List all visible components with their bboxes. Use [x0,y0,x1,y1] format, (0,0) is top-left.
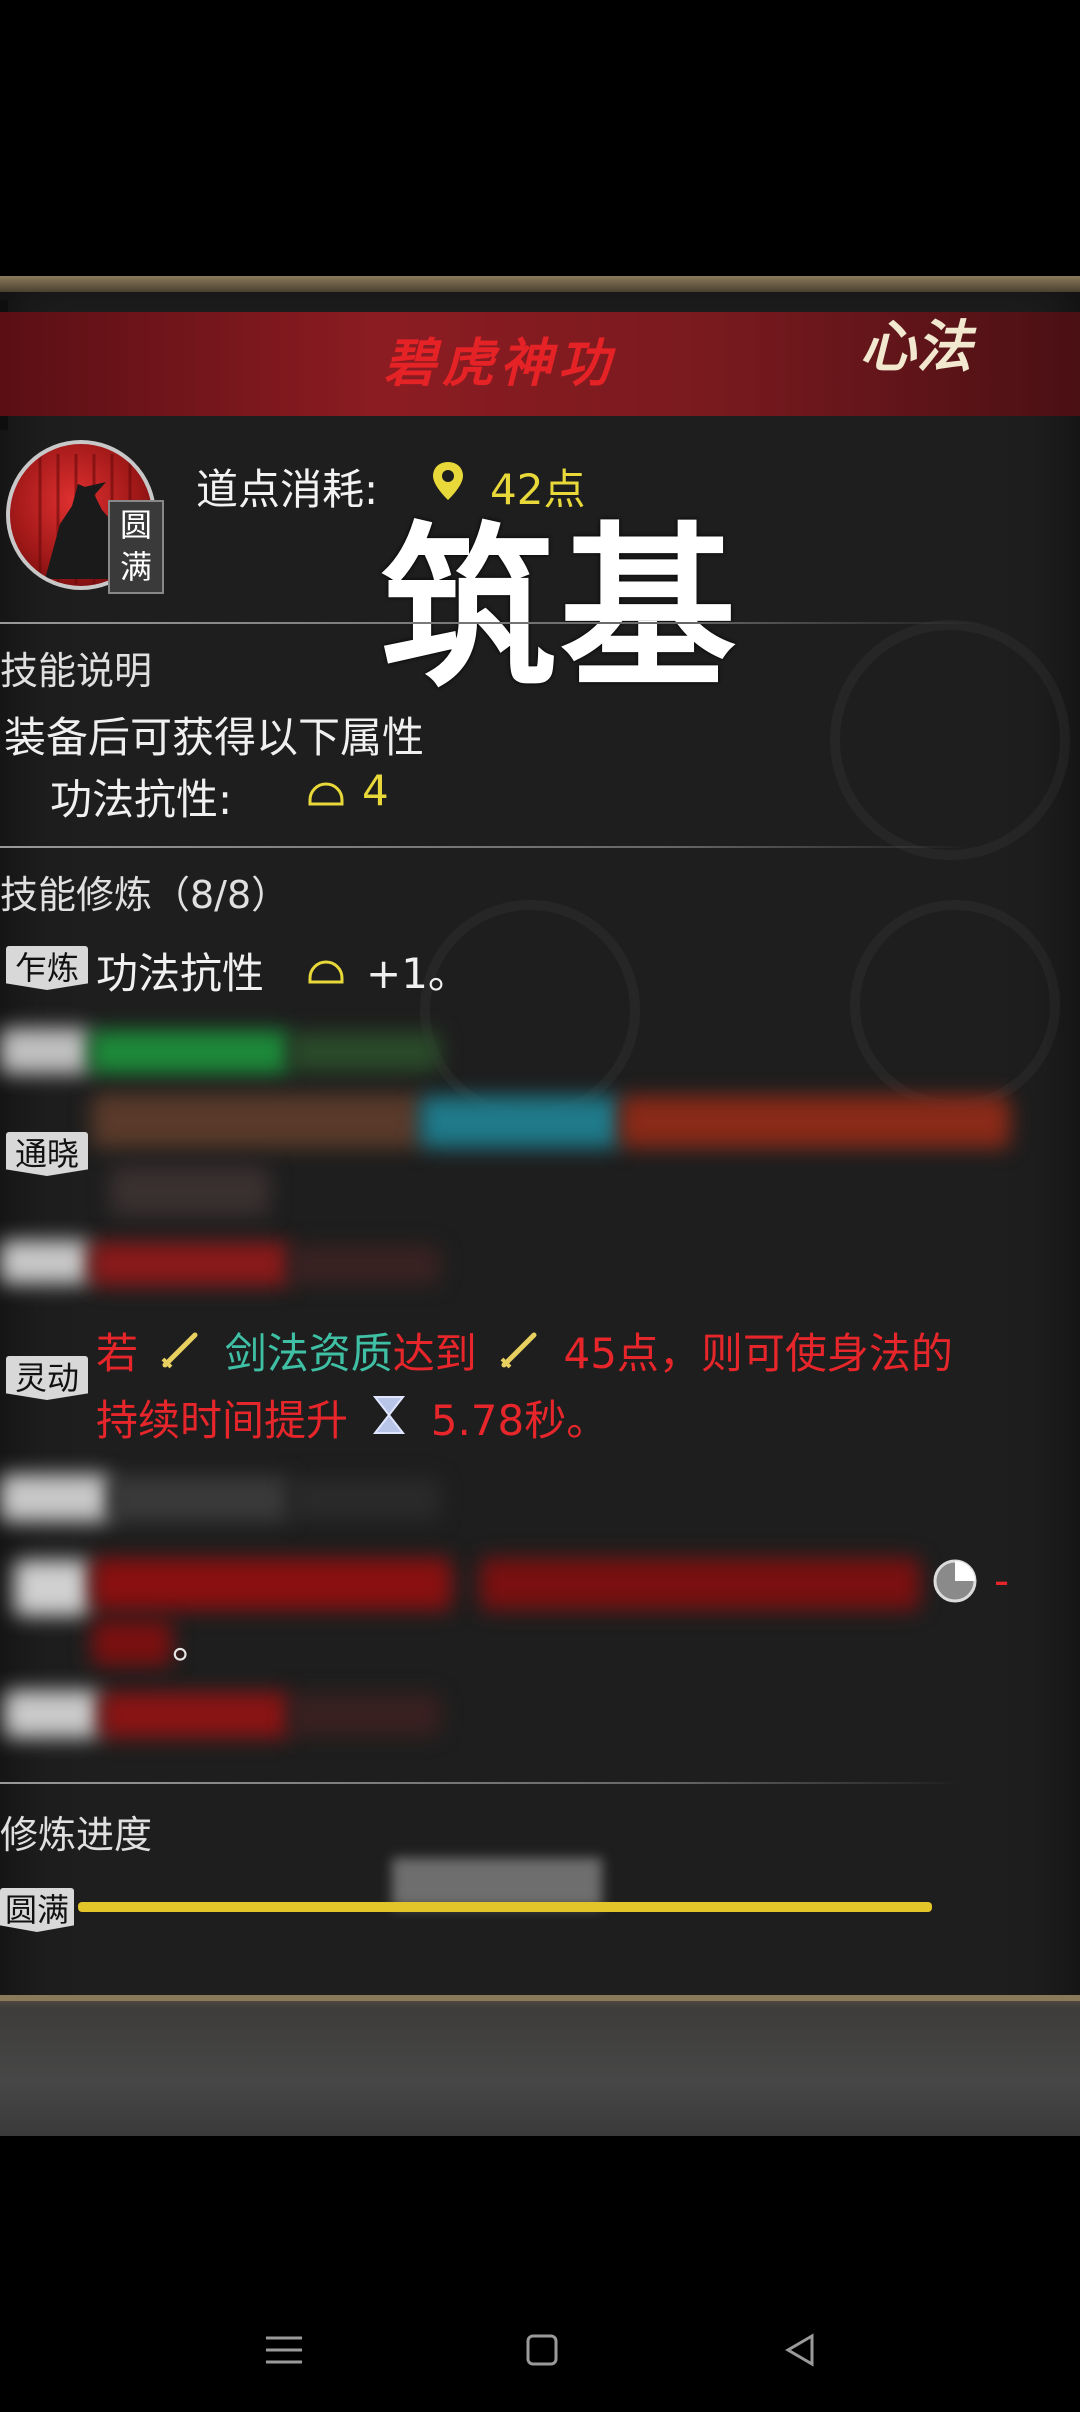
training-tag: 灵动 [6,1356,88,1400]
training-item-text: 功法抗性 [96,949,265,998]
text-segment: 若 [96,1329,139,1378]
mastery-badge: 圆满 [108,500,164,594]
cooldown-icon [932,1558,978,1608]
text-segment: 达到 [392,1329,477,1378]
training-tag-text: 灵动 [14,1359,79,1397]
progress-tag: 圆满 [0,1888,74,1932]
progress-title: 修炼进度 [0,1813,153,1857]
panel-top-border [0,276,1080,292]
trailing-period: 。 [172,1619,215,1668]
blurred-text [290,1694,440,1736]
blurred-tag [14,1560,90,1616]
text-segment: 45点，则可使身法的 [563,1329,953,1378]
blurred-tag [4,1690,100,1738]
blurred-tag [0,1028,90,1074]
panel-bottom [0,1995,1080,2136]
stage-overlay-text: 筑基 [380,507,741,712]
blurred-text [100,1692,290,1738]
watermark-emblem [830,620,1070,860]
cost-label: 道点消耗: [196,465,379,514]
divider [0,622,980,624]
category-label: 心法 [860,314,972,380]
blurred-tag [0,1240,90,1284]
attribute-value: 4 [362,766,389,815]
panel-bottom-line [0,1995,1080,2001]
hourglass-icon [371,1391,407,1455]
text-segment: 5.78秒。 [430,1395,609,1445]
text-segment: 持续时间提升 [96,1395,349,1445]
back-icon[interactable] [780,2330,820,2381]
blurred-text [290,1246,440,1284]
blurred-text [92,1094,422,1148]
description-title: 技能说明 [0,649,153,693]
blurred-text [110,1166,270,1216]
blurred-text [620,1096,1010,1148]
divider [0,846,970,848]
training-tag-text: 通晓 [14,1135,79,1173]
training-tag: 通晓 [6,1132,88,1176]
blurred-progress-label [392,1858,602,1908]
sword-icon [498,1325,542,1389]
blurred-text [90,1242,290,1286]
blurred-text [290,1478,440,1520]
training-tag-text: 乍炼 [14,949,79,987]
trailing-dash: - [994,1556,1010,1605]
divider [0,1782,960,1784]
blurred-text [480,1558,920,1610]
training-item-text: 若 剑法资质达到 45点，则可使身法的 持续时间提升 5.78秒。 [96,1322,1056,1455]
description-line: 装备后可获得以下属性 [4,713,425,762]
blurred-tag [0,1474,110,1522]
blurred-text [92,1620,172,1666]
resistance-icon [306,778,346,812]
pin-icon [430,460,466,506]
sword-icon [159,1325,203,1389]
skill-title: 碧虎神功 [383,333,616,394]
mastery-badge-text: 圆满 [119,506,152,586]
blurred-text [290,1032,440,1072]
watermark-emblem [420,900,640,1120]
blurred-text [420,1096,620,1148]
home-icon[interactable] [522,2330,562,2381]
training-tag: 乍炼 [6,946,88,990]
attribute-label: 功法抗性: [50,775,233,824]
resistance-icon [306,956,346,990]
training-item-value: +1。 [366,949,470,998]
blurred-text [110,1476,290,1522]
blurred-text [92,1558,452,1610]
watermark-emblem [850,900,1060,1110]
progress-bar [78,1902,932,1912]
menu-icon[interactable] [262,2330,306,2381]
training-title: 技能修炼（8/8） [0,873,290,917]
progress-tag-text: 圆满 [4,1891,69,1929]
blurred-text [90,1030,290,1074]
text-segment: 剑法资质 [224,1329,393,1378]
